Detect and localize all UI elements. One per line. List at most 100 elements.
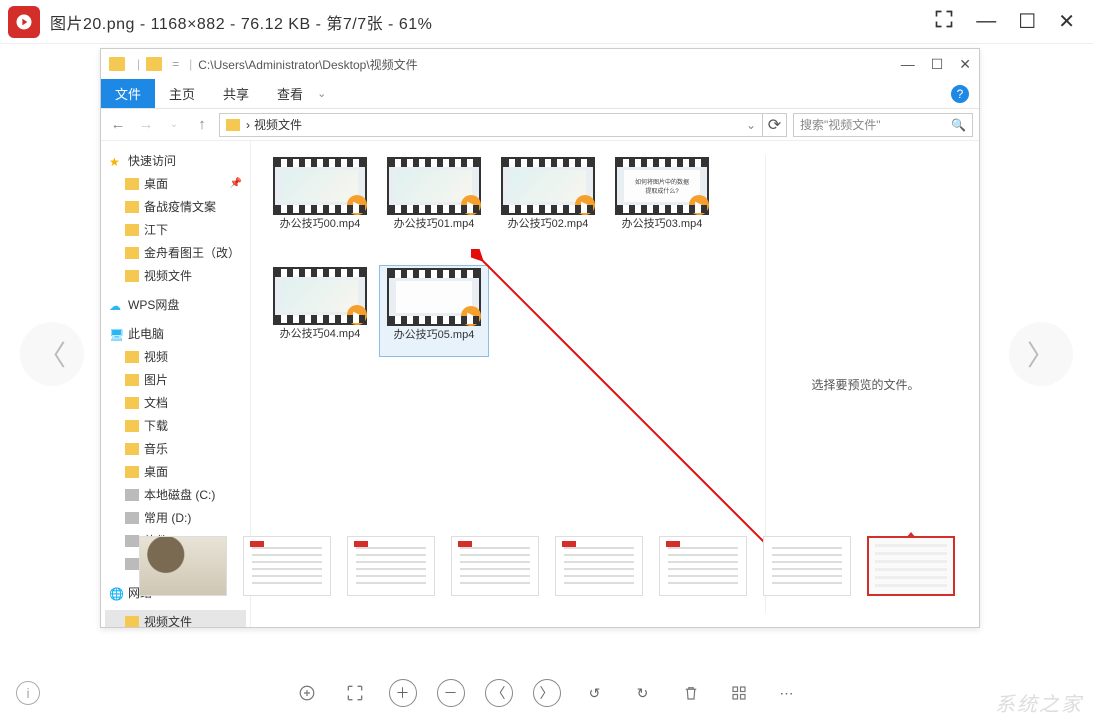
thumbnail[interactable] <box>555 536 643 596</box>
play-icon: ▶ <box>461 195 481 215</box>
minimize-icon[interactable]: ― <box>976 10 996 33</box>
tree-quick-access[interactable]: ★快速访问 <box>105 149 246 172</box>
thumbnail[interactable] <box>243 536 331 596</box>
tree-item[interactable]: 常用 (D:) <box>105 506 246 529</box>
file-item[interactable]: ▶办公技巧04.mp4 <box>265 265 375 357</box>
search-input[interactable]: 搜索"视频文件" 🔍 <box>793 113 973 137</box>
tree-item[interactable]: 视频 <box>105 345 246 368</box>
nav-recent-button[interactable]: ⌄ <box>163 119 185 130</box>
play-icon: ▶ <box>347 195 367 215</box>
pc-icon: 🖥 <box>109 328 123 340</box>
folder-icon <box>125 374 139 386</box>
zoom-in-button[interactable]: ＋ <box>389 679 417 707</box>
explorer-titlebar: | = | C:\Users\Administrator\Desktop\视频文… <box>101 49 979 79</box>
viewer-window-controls: ― ☐ ✕ <box>934 9 1093 35</box>
tree-item[interactable]: 下载 <box>105 414 246 437</box>
ribbon-tab-home[interactable]: 主页 <box>155 79 209 108</box>
folder-icon <box>125 178 139 190</box>
folder-icon <box>125 270 139 282</box>
tree-item[interactable]: 金舟看图王（改） <box>105 241 246 264</box>
next-image-button[interactable]: 〉 <box>1009 322 1073 386</box>
ribbon-tab-share[interactable]: 共享 <box>209 79 263 108</box>
folder-icon <box>125 351 139 363</box>
play-icon: ▶ <box>347 305 367 325</box>
thumbnail[interactable] <box>347 536 435 596</box>
prev-image-button[interactable]: 〈 <box>20 322 84 386</box>
ribbon-collapse-icon[interactable]: ⌄ <box>317 87 326 100</box>
thumbnail-strip <box>0 529 1093 603</box>
explorer-ribbon: 文件 主页 共享 查看 ⌄ ? <box>101 79 979 109</box>
tree-item-selected[interactable]: 视频文件 <box>105 610 246 627</box>
folder-icon <box>125 201 139 213</box>
tree-wps[interactable]: ☁WPS网盘 <box>105 293 246 316</box>
tree-item[interactable]: 江下 <box>105 218 246 241</box>
thumbnail[interactable] <box>139 536 227 596</box>
tree-item[interactable]: 视频文件 <box>105 264 246 287</box>
explorer-address-bar: ← → ⌄ ↑ › 视频文件 ⌄ ⟳ 搜索"视频文件" 🔍 <box>101 109 979 141</box>
explorer-path: C:\Users\Administrator\Desktop\视频文件 <box>198 56 417 73</box>
tree-item[interactable]: 文档 <box>105 391 246 414</box>
thumbnail-selected[interactable] <box>867 536 955 596</box>
thumbnail[interactable] <box>763 536 851 596</box>
nav-up-button[interactable]: ↑ <box>191 116 213 133</box>
nav-back-button[interactable]: ← <box>107 116 129 133</box>
explorer-minimize-icon[interactable]: ― <box>901 56 915 73</box>
search-icon: 🔍 <box>951 118 966 132</box>
ribbon-tab-file[interactable]: 文件 <box>101 79 155 108</box>
file-item[interactable]: ▶办公技巧01.mp4 <box>379 155 489 247</box>
breadcrumb[interactable]: › 视频文件 ⌄ <box>219 113 763 137</box>
prev-button[interactable]: 〈 <box>485 679 513 707</box>
thumbnail[interactable] <box>451 536 539 596</box>
viewer-title: 图片20.png - 1168×882 - 76.12 KB - 第7/7张 -… <box>50 10 432 34</box>
file-item-selected[interactable]: ▶办公技巧05.mp4 <box>379 265 489 357</box>
tree-item[interactable]: 音乐 <box>105 437 246 460</box>
file-item[interactable]: ▶办公技巧00.mp4 <box>265 155 375 247</box>
app-logo <box>8 6 40 38</box>
viewer-canvas: 〈 〉 | = | C:\Users\Administrator\Desktop… <box>0 44 1093 663</box>
tree-item[interactable]: 本地磁盘 (C:) <box>105 483 246 506</box>
tree-item[interactable]: 备战疫情文案 <box>105 195 246 218</box>
zoom-out-button[interactable]: － <box>437 679 465 707</box>
rotate-left-button[interactable]: ↺ <box>581 679 609 707</box>
drive-icon <box>125 512 139 524</box>
folder-icon <box>125 616 139 628</box>
breadcrumb-folder: 视频文件 <box>254 116 302 133</box>
viewer-toolbar: i ＋ － 〈 〉 ↺ ↻ ⋯ <box>0 663 1093 723</box>
thumbnail[interactable] <box>659 536 747 596</box>
file-item[interactable]: ▶办公技巧02.mp4 <box>493 155 603 247</box>
grid-view-button[interactable] <box>725 679 753 707</box>
tree-item[interactable]: 桌面 <box>105 460 246 483</box>
folder-icon <box>146 57 162 71</box>
star-icon: ★ <box>109 155 123 167</box>
folder-icon <box>226 119 240 131</box>
close-icon[interactable]: ✕ <box>1058 9 1075 34</box>
folder-icon <box>125 397 139 409</box>
explorer-maximize-icon[interactable]: ☐ <box>931 56 944 73</box>
fullscreen-icon[interactable] <box>934 9 954 35</box>
info-button[interactable]: i <box>16 681 40 705</box>
more-button[interactable]: ⋯ <box>773 679 801 707</box>
maximize-icon[interactable]: ☐ <box>1018 9 1036 34</box>
help-icon[interactable]: ? <box>951 85 969 103</box>
explorer-close-icon[interactable]: ✕ <box>959 56 971 73</box>
nav-forward-button[interactable]: → <box>135 116 157 133</box>
folder-icon <box>125 466 139 478</box>
tree-item[interactable]: 桌面📌 <box>105 172 246 195</box>
watermark: 系统之家 <box>995 688 1083 717</box>
chevron-down-icon[interactable]: ⌄ <box>746 118 756 132</box>
viewer-titlebar: 图片20.png - 1168×882 - 76.12 KB - 第7/7张 -… <box>0 0 1093 44</box>
cloud-icon: ☁ <box>109 299 123 311</box>
folder-icon <box>125 224 139 236</box>
pin-icon: 📌 <box>230 178 242 189</box>
tree-item[interactable]: 图片 <box>105 368 246 391</box>
ribbon-tab-view[interactable]: 查看 <box>263 79 317 108</box>
file-item[interactable]: 如何将图片中的数据提取成什么?▶办公技巧03.mp4 <box>607 155 717 247</box>
refresh-button[interactable]: ⟳ <box>763 113 787 137</box>
delete-button[interactable] <box>677 679 705 707</box>
rotate-right-button[interactable]: ↻ <box>629 679 657 707</box>
next-button[interactable]: 〉 <box>533 679 561 707</box>
fit-button[interactable] <box>341 679 369 707</box>
tree-this-pc[interactable]: 🖥此电脑 <box>105 322 246 345</box>
hand-tool-button[interactable] <box>293 679 321 707</box>
search-placeholder: 搜索"视频文件" <box>800 116 881 133</box>
